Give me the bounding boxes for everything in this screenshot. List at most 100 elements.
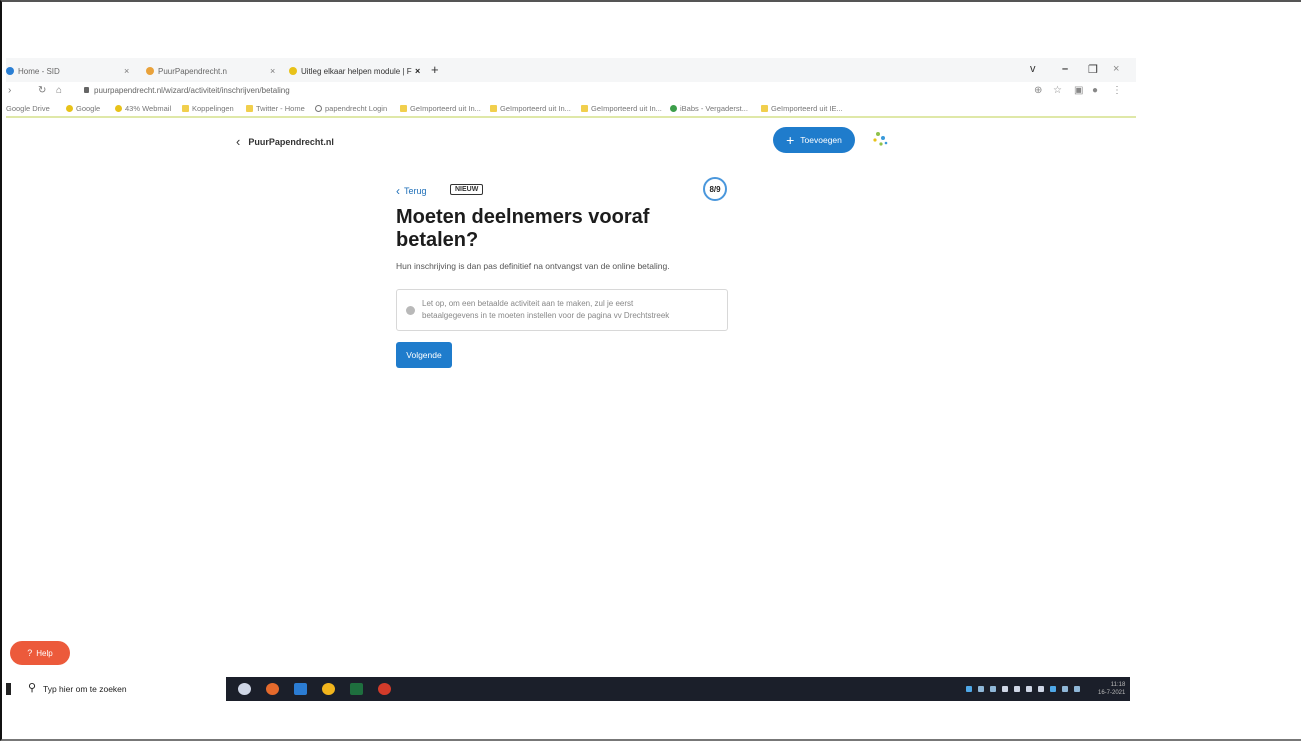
bookmark-label: Geïmporteerd uit In...: [591, 104, 662, 113]
tray-icon[interactable]: [1014, 686, 1020, 692]
bookmark-label: Google: [76, 104, 101, 113]
outlook-icon[interactable]: [294, 683, 307, 695]
close-window-icon[interactable]: ×: [1113, 63, 1119, 75]
wizard-content: ‹ Terug NIEUW 8/9 Moeten deelnemers voor…: [396, 176, 736, 368]
tab-uitleg[interactable]: Uitleg elkaar helpen module | F ×: [289, 63, 424, 79]
bookmark-item[interactable]: Geïmporteerd uit In...: [581, 104, 662, 113]
payment-notice: Let op, om een betaalde activiteit aan t…: [396, 289, 728, 331]
bookmark-label: Geïmporteerd uit In...: [500, 104, 571, 113]
bookmark-item[interactable]: Geïmporteerd uit In...: [490, 104, 571, 113]
tab-home-sid[interactable]: Home - SID ×: [6, 63, 136, 79]
forward-icon[interactable]: ›: [8, 85, 11, 96]
tray-icon[interactable]: [990, 686, 996, 692]
info-icon: [406, 306, 415, 315]
extension-icon[interactable]: ⊕: [1034, 85, 1042, 96]
bookmark-label: Geïmporteerd uit In...: [410, 104, 481, 113]
chrome-icon[interactable]: [322, 683, 335, 695]
bookmark-item[interactable]: iBabs - Vergaderst...: [670, 104, 748, 113]
tab-favicon-icon: [6, 67, 14, 75]
tab-puurpapendrecht[interactable]: PuurPapendrecht.n ×: [146, 63, 281, 79]
screen: Home - SID × PuurPapendrecht.n × Uitleg …: [6, 58, 1136, 708]
tab-close-icon[interactable]: ×: [124, 66, 129, 76]
reload-icon[interactable]: ↻: [38, 85, 46, 96]
bookmark-label: papendrecht Login: [325, 104, 388, 113]
plus-icon: +: [786, 132, 795, 148]
bookmark-star-icon[interactable]: ☆: [1053, 85, 1062, 96]
bookmark-item[interactable]: Google: [66, 104, 100, 113]
add-button[interactable]: + Toevoegen: [773, 127, 855, 153]
taskbar: ⚲ Typ hier om te zoeken 11:18 16-7-2021: [6, 677, 1130, 701]
bookmark-favicon-icon: [670, 105, 677, 112]
folder-icon: [761, 105, 768, 112]
help-button[interactable]: ? Help: [10, 641, 70, 665]
taskbar-search-input[interactable]: Typ hier om te zoeken: [43, 684, 127, 694]
tab-favicon-icon: [146, 67, 154, 75]
tray-icon[interactable]: [1074, 686, 1080, 692]
step-indicator: 8/9: [703, 177, 727, 201]
bookmark-item[interactable]: 43% Webmail: [115, 104, 171, 113]
tab-close-icon[interactable]: ×: [415, 66, 420, 76]
back-to-site-link[interactable]: ‹ PuurPapendrecht.nl: [236, 134, 334, 149]
tray-icon[interactable]: [1038, 686, 1044, 692]
bookmarks-bar: Google Drive Google 43% Webmail Koppelin…: [6, 100, 1136, 118]
help-icon: ?: [27, 648, 33, 658]
tray-icon[interactable]: [1002, 686, 1008, 692]
address-bar: › ↻ ⌂ puurpapendrecht.nl/wizard/activite…: [6, 82, 1136, 100]
back-link[interactable]: ‹ Terug: [396, 184, 427, 198]
notice-line: betaalgegevens in te moeten instellen vo…: [422, 311, 670, 320]
tab-close-icon[interactable]: ×: [270, 66, 275, 76]
notice-text: Let op, om een betaalde activiteit aan t…: [422, 298, 722, 322]
bookmark-favicon-icon: [66, 105, 73, 112]
bookmark-label: Koppelingen: [192, 104, 234, 113]
wizard-top-row: ‹ Terug NIEUW 8/9: [396, 176, 736, 202]
profile-icon[interactable]: ●: [1092, 85, 1098, 96]
firefox-icon[interactable]: [266, 683, 279, 695]
bookmark-label: iBabs - Vergaderst...: [680, 104, 748, 113]
reading-list-icon[interactable]: ▣: [1074, 85, 1083, 96]
folder-icon: [581, 105, 588, 112]
minimize-icon[interactable]: –: [1062, 63, 1068, 75]
back-label: Terug: [404, 186, 427, 196]
tab-search-icon[interactable]: v: [1030, 63, 1036, 75]
new-tab-button[interactable]: +: [431, 63, 439, 76]
url-field[interactable]: puurpapendrecht.nl/wizard/activiteit/ins…: [94, 86, 290, 95]
bookmark-item[interactable]: Koppelingen: [182, 104, 234, 113]
excel-icon[interactable]: [350, 683, 363, 695]
bookmark-label: Geïmporteerd uit IE...: [771, 104, 843, 113]
clock-time: 11:18: [1110, 682, 1126, 688]
tray-icon[interactable]: [1026, 686, 1032, 692]
tray-icon[interactable]: [1050, 686, 1056, 692]
help-label: Help: [36, 648, 53, 658]
bookmark-item[interactable]: Twitter - Home: [246, 104, 305, 113]
bookmark-item[interactable]: Geïmporteerd uit IE...: [761, 104, 843, 113]
folder-icon: [490, 105, 497, 112]
bookmark-item[interactable]: Google Drive: [6, 104, 50, 113]
tray-icon[interactable]: [1062, 686, 1068, 692]
next-button[interactable]: Volgende: [396, 342, 452, 368]
windows-start-icon[interactable]: [6, 683, 11, 695]
page-header: ‹ PuurPapendrecht.nl + Toevoegen: [6, 120, 1136, 160]
app-icon[interactable]: [378, 683, 391, 695]
tray-icon[interactable]: [978, 686, 984, 692]
bookmark-item[interactable]: Geïmporteerd uit In...: [400, 104, 481, 113]
tab-label: Home - SID: [18, 66, 60, 76]
bookmark-favicon-icon: [115, 105, 122, 112]
folder-icon: [400, 105, 407, 112]
chevron-left-icon: ‹: [396, 184, 400, 198]
tab-favicon-icon: [289, 67, 297, 75]
taskbar-clock[interactable]: 11:18 16-7-2021: [1098, 681, 1125, 697]
task-view-icon[interactable]: [238, 683, 251, 695]
menu-icon[interactable]: ⋮: [1112, 85, 1122, 96]
tab-label: Uitleg elkaar helpen module | F: [301, 66, 412, 76]
add-button-label: Toevoegen: [800, 135, 842, 145]
page-description: Hun inschrijving is dan pas definitief n…: [396, 261, 670, 271]
sparkle-logo-icon[interactable]: [870, 130, 890, 148]
notice-line: Let op, om een betaalde activiteit aan t…: [422, 299, 634, 308]
bookmark-item[interactable]: papendrecht Login: [315, 104, 387, 113]
folder-icon: [246, 105, 253, 112]
restore-icon[interactable]: ❐: [1088, 63, 1098, 76]
page-title: Moeten deelnemers vooraf betalen?: [396, 206, 650, 251]
tray-icon[interactable]: [966, 686, 972, 692]
home-icon[interactable]: ⌂: [56, 85, 62, 96]
folder-icon: [182, 105, 189, 112]
